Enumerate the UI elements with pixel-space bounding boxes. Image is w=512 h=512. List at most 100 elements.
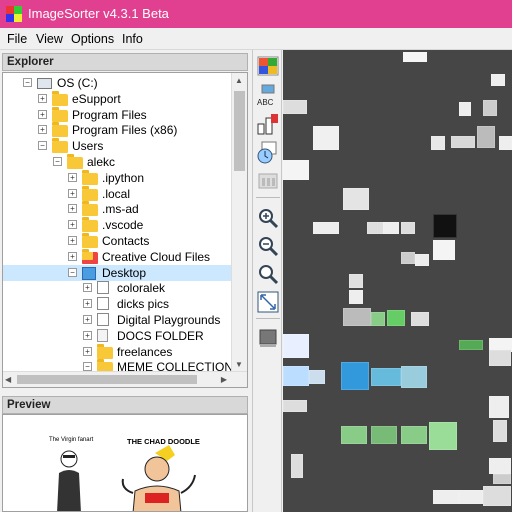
tree-item[interactable]: − alekc bbox=[3, 154, 231, 170]
image-thumbnail[interactable] bbox=[459, 102, 471, 116]
expand-icon[interactable]: + bbox=[83, 283, 92, 293]
image-thumbnail[interactable] bbox=[349, 290, 363, 304]
tree-item[interactable]: + dicks pics bbox=[3, 296, 231, 312]
image-thumbnail[interactable] bbox=[283, 366, 309, 386]
zoom-out-icon[interactable] bbox=[256, 234, 280, 258]
collapse-icon[interactable]: − bbox=[23, 78, 32, 87]
color-sort-icon[interactable] bbox=[256, 54, 280, 78]
image-thumbnail[interactable] bbox=[459, 490, 483, 504]
image-thumbnail[interactable] bbox=[483, 486, 511, 506]
image-thumbnail[interactable] bbox=[403, 52, 427, 62]
image-thumbnail[interactable] bbox=[491, 74, 505, 86]
menu-file[interactable]: File bbox=[7, 32, 27, 46]
image-thumbnail[interactable] bbox=[499, 136, 512, 150]
tree-item[interactable]: + eSupport bbox=[3, 90, 231, 107]
tree-item[interactable]: + Contacts bbox=[3, 233, 231, 249]
image-thumbnail[interactable] bbox=[383, 222, 399, 234]
expand-icon[interactable]: + bbox=[68, 204, 77, 214]
image-thumbnail[interactable] bbox=[489, 458, 511, 474]
image-thumbnail[interactable] bbox=[313, 126, 339, 150]
zoom-reset-icon[interactable] bbox=[256, 262, 280, 286]
image-thumbnail[interactable] bbox=[483, 100, 497, 116]
image-thumbnail[interactable] bbox=[371, 426, 397, 444]
image-thumbnail[interactable] bbox=[371, 368, 401, 386]
image-thumbnail[interactable] bbox=[283, 100, 307, 114]
expand-icon[interactable]: + bbox=[68, 251, 77, 261]
tree-item[interactable]: − Desktop bbox=[3, 264, 231, 281]
tree-item[interactable]: + .ms-ad bbox=[3, 201, 231, 217]
scroll-thumb[interactable] bbox=[234, 91, 245, 171]
zoom-in-icon[interactable] bbox=[256, 206, 280, 230]
image-thumbnail[interactable] bbox=[415, 254, 429, 266]
tree-item[interactable]: + Program Files bbox=[3, 106, 231, 123]
image-thumbnail[interactable] bbox=[433, 214, 457, 238]
image-thumbnail[interactable] bbox=[433, 490, 459, 504]
expand-icon[interactable]: + bbox=[38, 109, 47, 119]
date-sort-icon[interactable] bbox=[256, 140, 280, 164]
tree-item[interactable]: + Creative Cloud Files bbox=[3, 248, 231, 265]
image-thumbnail[interactable] bbox=[401, 252, 415, 264]
image-thumbnail[interactable] bbox=[459, 340, 483, 350]
image-thumbnail[interactable] bbox=[401, 366, 427, 388]
horizontal-scrollbar[interactable]: ◀ ▶ bbox=[3, 371, 247, 387]
image-thumbnail[interactable] bbox=[343, 308, 371, 326]
vertical-scrollbar[interactable]: ▲ ▼ bbox=[231, 73, 247, 387]
collapse-icon[interactable]: − bbox=[53, 157, 62, 166]
image-thumbnail[interactable] bbox=[309, 370, 325, 384]
expand-icon[interactable]: + bbox=[83, 330, 92, 340]
image-thumbnail[interactable] bbox=[349, 274, 363, 288]
tree-item[interactable]: + DOCS FOLDER bbox=[3, 328, 231, 344]
image-thumbnail[interactable] bbox=[341, 362, 369, 390]
fit-to-window-icon[interactable] bbox=[256, 290, 280, 314]
size-sort-icon[interactable] bbox=[256, 112, 280, 136]
image-thumbnail[interactable] bbox=[341, 426, 367, 444]
image-thumbnail[interactable] bbox=[387, 310, 405, 326]
explorer-tree[interactable]: − OS (C:) + eSupport + Program Files + Program … bbox=[2, 72, 248, 388]
scroll-left-icon[interactable]: ◀ bbox=[5, 375, 11, 384]
image-thumbnail[interactable] bbox=[371, 312, 385, 326]
tree-item[interactable]: + .local bbox=[3, 185, 231, 202]
tree-item[interactable]: + coloralek bbox=[3, 280, 231, 296]
image-thumbnail[interactable] bbox=[291, 454, 303, 478]
image-thumbnail[interactable] bbox=[433, 240, 455, 260]
expand-icon[interactable]: + bbox=[38, 125, 47, 135]
tree-item[interactable]: + freelances bbox=[3, 343, 231, 360]
expand-icon[interactable]: + bbox=[83, 299, 92, 309]
image-thumbnail[interactable] bbox=[493, 420, 507, 442]
menu-options[interactable]: Options bbox=[71, 32, 114, 46]
menu-info[interactable]: Info bbox=[122, 32, 143, 46]
alphabetical-sort-icon[interactable]: ABC bbox=[256, 84, 280, 108]
scroll-up-icon[interactable]: ▲ bbox=[235, 76, 243, 85]
image-thumbnail[interactable] bbox=[343, 188, 369, 210]
expand-icon[interactable]: + bbox=[68, 236, 77, 245]
image-thumbnail[interactable] bbox=[431, 136, 445, 150]
tree-item[interactable]: + Digital Playgrounds bbox=[3, 312, 231, 328]
scroll-right-icon[interactable]: ▶ bbox=[221, 375, 227, 384]
collapse-icon[interactable]: − bbox=[68, 267, 77, 277]
grid-toggle-icon[interactable] bbox=[256, 326, 280, 350]
image-thumbnail[interactable] bbox=[451, 136, 475, 148]
expand-icon[interactable]: + bbox=[83, 346, 92, 356]
image-thumbnail[interactable] bbox=[283, 400, 307, 412]
image-thumbnail[interactable] bbox=[493, 474, 511, 484]
expand-icon[interactable]: + bbox=[68, 172, 77, 182]
expand-icon[interactable]: + bbox=[83, 315, 92, 324]
image-thumbnail[interactable] bbox=[489, 396, 509, 418]
collapse-icon[interactable]: − bbox=[38, 141, 47, 151]
image-thumbnail[interactable] bbox=[401, 222, 415, 234]
tree-item[interactable]: + .vscode bbox=[3, 217, 231, 233]
expand-icon[interactable]: + bbox=[68, 188, 77, 198]
tree-item[interactable]: + .ipython bbox=[3, 169, 231, 186]
menu-view[interactable]: View bbox=[36, 32, 63, 46]
scroll-down-icon[interactable]: ▼ bbox=[235, 360, 243, 369]
hscroll-thumb[interactable] bbox=[17, 375, 197, 384]
image-thumbnail[interactable] bbox=[283, 334, 309, 358]
image-thumbnail[interactable] bbox=[283, 160, 309, 180]
disabled-sort-icon[interactable] bbox=[256, 168, 280, 192]
tree-item[interactable]: − OS (C:) bbox=[3, 75, 231, 91]
image-thumbnail[interactable] bbox=[489, 350, 511, 366]
image-thumbnail[interactable] bbox=[429, 422, 457, 450]
tree-item[interactable]: − Users bbox=[3, 138, 231, 154]
expand-icon[interactable]: + bbox=[38, 93, 47, 103]
expand-icon[interactable]: + bbox=[68, 220, 77, 230]
